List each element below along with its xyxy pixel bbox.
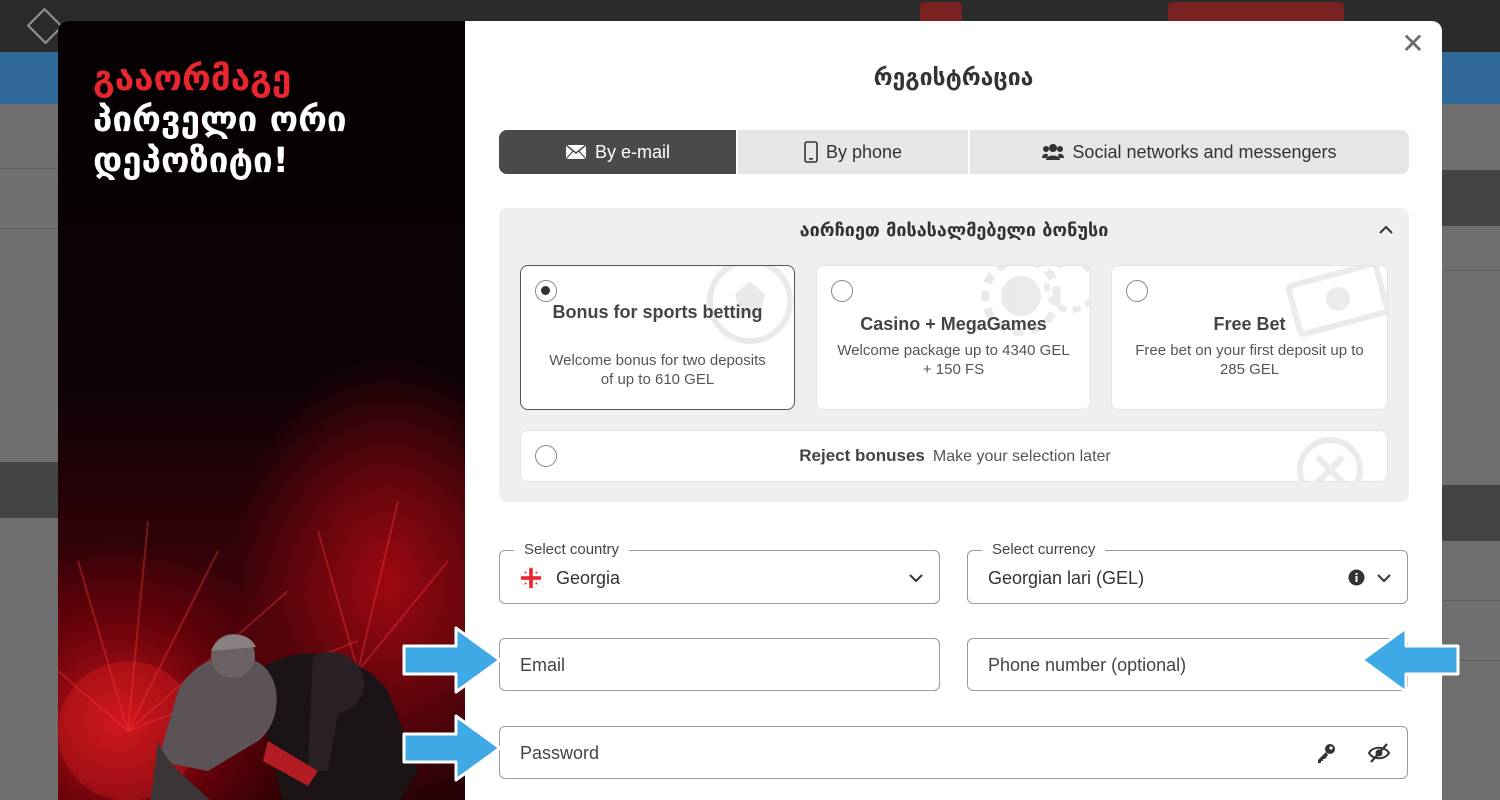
promo-headline-line: პირველი ორი [93, 100, 347, 140]
registration-modal: გააორმაგე პირველი ორი დეპოზიტი! ✕ რეგისტ… [58, 21, 1442, 800]
bonus-card-reject[interactable]: Reject bonuses Make your selection later [520, 430, 1388, 482]
country-select[interactable]: Select country Georgia [499, 541, 940, 604]
annotation-arrow-right [402, 626, 502, 694]
currency-select[interactable]: Select currency Georgian lari (GEL) [967, 541, 1408, 604]
bonus-card-free-bet[interactable]: Free Bet Free bet on your first deposit … [1111, 265, 1388, 410]
bonus-card-description: Welcome package up to 4340 GEL + 150 FS [837, 342, 1070, 378]
radio-button[interactable] [535, 280, 557, 302]
info-icon[interactable] [1348, 569, 1365, 586]
radio-button[interactable] [1126, 280, 1148, 302]
bonus-card-name: Free Bet [1213, 314, 1286, 334]
smartphone-icon [804, 141, 818, 163]
chevron-up-icon[interactable] [1377, 221, 1395, 239]
background-row [1442, 170, 1500, 226]
annotation-arrow-left [1360, 626, 1460, 694]
password-input[interactable] [520, 727, 1280, 780]
background-divider [1442, 600, 1500, 601]
country-value: Georgia [556, 568, 621, 588]
envelope-icon [565, 144, 587, 160]
country-select-label: Select country [514, 541, 630, 559]
radio-button[interactable] [831, 280, 853, 302]
phone-field[interactable] [967, 638, 1408, 692]
registration-form: რეგისტრაცია By e-mail By phone Social ne… [465, 21, 1442, 800]
email-field[interactable] [499, 638, 940, 692]
tab-social-networks[interactable]: Social networks and messengers [968, 130, 1409, 174]
modal-title: რეგისტრაცია [873, 65, 1034, 91]
chevron-down-icon [909, 574, 923, 583]
tab-by-email[interactable]: By e-mail [499, 130, 736, 174]
promo-headline-accent: გააორმაგე [93, 59, 292, 99]
promo-headline: გააორმაგე პირველი ორი დეპოზიტი! [93, 59, 347, 182]
tab-label: By e-mail [594, 141, 670, 162]
bonus-card-name: Bonus for sports betting [552, 302, 763, 322]
background-row [0, 462, 58, 518]
background-divider [0, 168, 58, 169]
bonus-selector: აირჩიეთ მისასალმებელი ბონუსი Bonus for s… [499, 208, 1409, 502]
reject-bonuses-label: Reject bonuses [799, 446, 925, 465]
bonus-card-description: Welcome bonus for two deposits of up to … [549, 352, 766, 388]
eye-slash-icon[interactable] [1367, 742, 1391, 764]
password-field[interactable] [499, 726, 1408, 780]
background-divider [0, 228, 58, 229]
currency-value: Georgian lari (GEL) [988, 568, 1145, 588]
reject-bonuses-text: Reject bonuses Make your selection later [521, 446, 1387, 466]
bonus-card-description: Free bet on your first deposit up to 285… [1135, 342, 1364, 378]
tab-label: Social networks and messengers [1072, 141, 1337, 162]
bonus-card-casino[interactable]: Casino + MegaGames Welcome package up to… [816, 265, 1091, 410]
background-divider [1442, 270, 1500, 271]
promo-headline-line: დეპოზიტი! [93, 141, 289, 181]
georgia-flag-icon [520, 567, 542, 589]
annotation-arrow-right [402, 714, 502, 782]
tab-label: By phone [825, 141, 903, 162]
email-input[interactable] [520, 639, 900, 692]
bonus-card-name: Casino + MegaGames [860, 314, 1047, 334]
background-row [1442, 485, 1500, 541]
tab-by-phone[interactable]: By phone [736, 130, 968, 174]
chevron-down-icon [1377, 574, 1391, 583]
users-icon [1042, 144, 1065, 160]
currency-select-label: Select currency [982, 541, 1106, 559]
bonus-section-title: აირჩიეთ მისასალმებელი ბონუსი [799, 220, 1109, 241]
key-icon[interactable] [1315, 742, 1337, 764]
bonus-card-sports[interactable]: Bonus for sports betting Welcome bonus f… [520, 265, 795, 410]
registration-tabs: By e-mail By phone Social networks and m… [499, 130, 1409, 174]
reject-bonuses-hint: Make your selection later [932, 448, 1111, 465]
phone-input[interactable] [988, 639, 1368, 692]
